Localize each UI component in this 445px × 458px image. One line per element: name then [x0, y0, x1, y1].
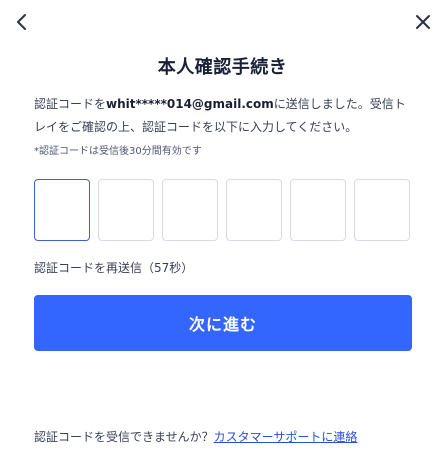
code-input-6[interactable]	[354, 179, 410, 241]
page-title: 本人確認手続き	[157, 57, 288, 78]
back-button[interactable]	[8, 8, 36, 36]
next-button[interactable]: 次に進む	[34, 295, 412, 351]
code-input-3[interactable]	[162, 179, 218, 241]
description-prefix: 認証コードを	[34, 97, 107, 111]
code-input-4[interactable]	[226, 179, 282, 241]
code-input-5[interactable]	[290, 179, 346, 241]
footer-question: 認証コードを受信できませんか？	[34, 430, 214, 444]
close-icon	[416, 15, 430, 29]
description-text: 認証コードをwhit*****014@gmail.comに送信しました。受信トレ…	[34, 93, 414, 139]
code-input-1[interactable]	[34, 179, 90, 241]
resend-code-countdown: 認証コードを再送信（57秒）	[34, 261, 194, 275]
masked-email: whit*****014@gmail.com	[106, 97, 274, 111]
support-footer: 認証コードを受信できませんか？カスタマーサポートに連絡	[34, 428, 357, 445]
contact-support-link[interactable]: カスタマーサポートに連絡	[214, 430, 358, 444]
validity-note: *認証コードは受信後30分間有効です	[34, 146, 202, 157]
chevron-left-icon	[17, 14, 26, 30]
code-input-2[interactable]	[98, 179, 154, 241]
close-button[interactable]	[409, 8, 437, 36]
code-input-group	[34, 179, 410, 241]
